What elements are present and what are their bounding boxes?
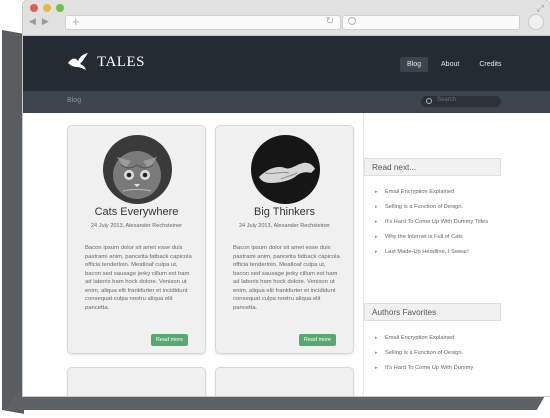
bird-logo-icon (68, 53, 88, 70)
breadcrumb[interactable]: Blog (67, 97, 81, 104)
browser-window: ⤢ ◀ ▶ + ↻ TALES Blog About Credits Blog … (23, 0, 550, 396)
authors-favorites-list: Email Encryption Explained Selling is a … (375, 335, 495, 372)
site-search-input[interactable]: Search (421, 96, 501, 107)
list-item[interactable]: It's Hard To Come Up With Dummy (375, 365, 495, 372)
post-card: Cats Everywhere 24 July 2013, Alexander … (67, 125, 206, 354)
handshake-photo[interactable] (251, 135, 320, 204)
address-bar[interactable]: + ↻ (65, 14, 341, 30)
device-shadow (2, 30, 24, 414)
authors-favorites-heading: Authors Favorites (364, 303, 501, 321)
nav-item-blog[interactable]: Blog (400, 57, 429, 72)
reload-icon[interactable]: ↻ (326, 16, 334, 27)
list-item[interactable]: It's Hard To Come Up With Dummy Titles (375, 219, 495, 226)
read-more-button[interactable]: Read more (151, 334, 188, 346)
minimize-window-button[interactable] (43, 4, 51, 12)
sidebar-divider (363, 113, 364, 396)
authors-favorites-title: Authors Favorites (372, 308, 437, 317)
list-item[interactable]: Selling is a Function of Design. (375, 204, 495, 211)
list-item[interactable]: Why the Internet is Full of Cats (375, 234, 495, 241)
handshake-image-icon (251, 135, 320, 204)
read-more-button[interactable]: Read more (299, 334, 336, 346)
history-navigation: ◀ ▶ (29, 16, 59, 30)
screenshot-stage: ⤢ ◀ ▶ + ↻ TALES Blog About Credits Blog … (0, 0, 550, 418)
fullscreen-icon[interactable]: ⤢ (537, 3, 544, 14)
search-icon (426, 98, 432, 104)
cat-image-icon (103, 135, 172, 204)
list-item[interactable]: Email Encryption Explained (375, 335, 495, 342)
post-card: Big Thinkers 24 July 2013, Alexander Rec… (215, 125, 354, 354)
list-item[interactable]: Email Encryption Explained (375, 189, 495, 196)
site-header: TALES Blog About Credits (23, 36, 550, 91)
site-title[interactable]: TALES (97, 54, 145, 71)
search-placeholder: Search (437, 97, 457, 103)
maximize-window-button[interactable] (56, 4, 64, 12)
read-next-list: Email Encryption Explained Selling is a … (375, 189, 495, 256)
browser-toolbar: ⤢ ◀ ▶ + ↻ (23, 0, 550, 36)
close-window-button[interactable] (30, 4, 38, 12)
main-content: Cats Everywhere 24 July 2013, Alexander … (23, 113, 550, 396)
post-card-partial (215, 367, 354, 396)
list-item[interactable]: Last Made-Up Headline, I Swear! (375, 249, 495, 256)
breadcrumb-bar: Blog Search (23, 91, 550, 113)
post-meta: 24 July 2013, Alexander Rechsteiner (90, 223, 183, 229)
browser-search-field[interactable] (342, 15, 520, 30)
nav-item-credits[interactable]: Credits (472, 57, 508, 72)
search-icon (348, 17, 356, 25)
forward-arrow-icon[interactable]: ▶ (42, 16, 49, 30)
back-arrow-icon[interactable]: ◀ (29, 16, 36, 30)
new-tab-plus-icon[interactable]: + (72, 14, 80, 29)
post-meta: 24 July 2013, Alexander Rechsteiner (238, 223, 331, 229)
cat-photo[interactable] (103, 135, 172, 204)
nav-item-about[interactable]: About (434, 57, 466, 72)
post-excerpt: Bacon ipsum dolor sit amet esse duis pas… (233, 245, 340, 311)
list-item[interactable]: Selling is a Function of Design. (375, 350, 495, 357)
read-next-title: Read next... (372, 163, 417, 172)
read-next-heading: Read next... (364, 158, 501, 176)
post-card-partial (67, 367, 206, 396)
browser-menu-button[interactable] (528, 14, 544, 30)
post-title[interactable]: Cats Everywhere (68, 206, 205, 218)
post-excerpt: Bacon ipsum dolor sit amet esse duis pas… (85, 245, 192, 311)
post-title[interactable]: Big Thinkers (216, 206, 353, 218)
main-navigation: Blog About Credits (400, 57, 509, 72)
